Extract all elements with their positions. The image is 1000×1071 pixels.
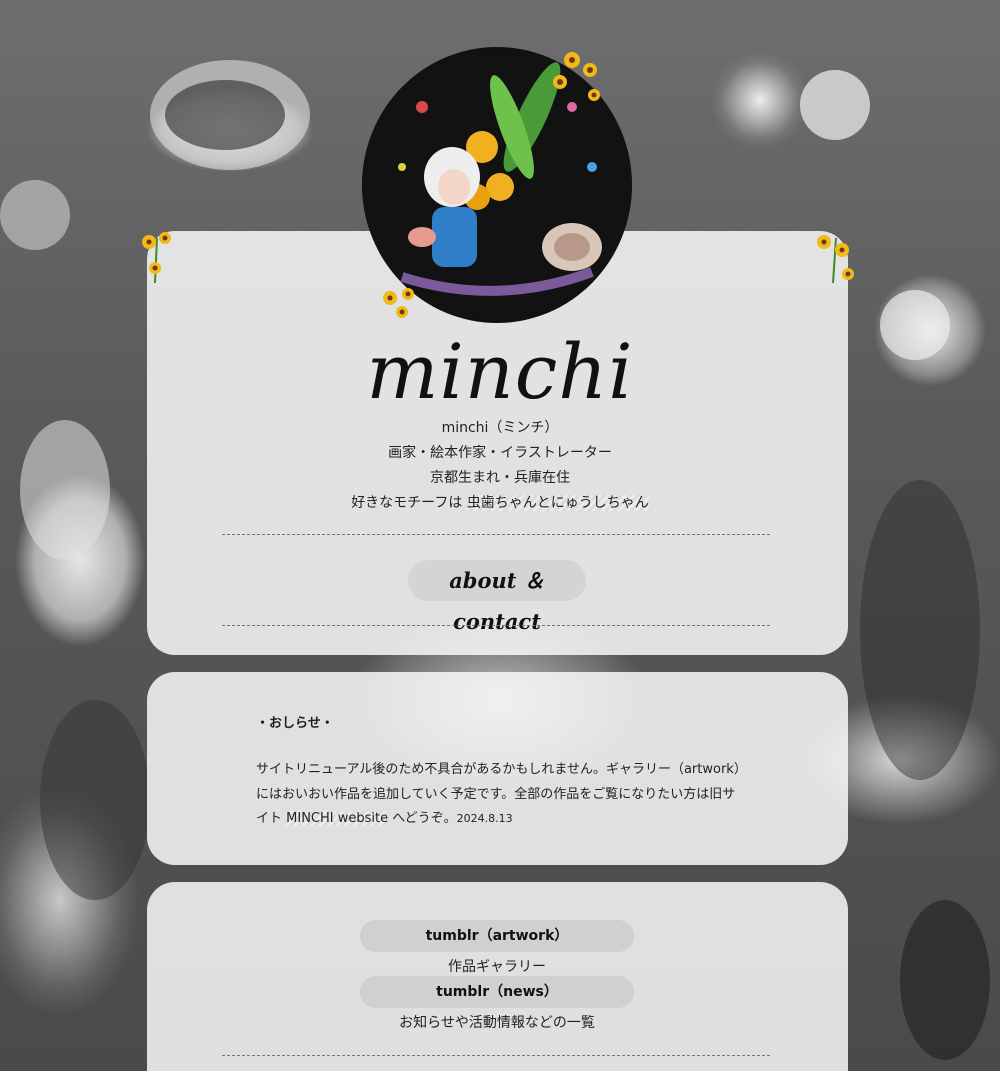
old-site-link[interactable]: MINCHI website	[286, 811, 389, 826]
sunflower-icon	[142, 232, 171, 284]
tumblr-artwork-description: 作品ギャラリー	[448, 959, 546, 975]
sunflower-icon	[383, 288, 414, 318]
notice-date: 2024.8.13	[456, 812, 513, 825]
sunflower-icon	[817, 235, 854, 284]
divider	[222, 1055, 770, 1056]
notice-body: サイトリニューアル後のため不具合があるかもしれません。ギャラリー（artwork…	[256, 758, 746, 832]
profile-motif: 好きなモチーフは 虫歯ちゃんとにゅうしちゃん	[0, 491, 1000, 516]
about-contact-button[interactable]: about ＆ contact	[408, 560, 586, 634]
sunflower-icon	[553, 52, 600, 101]
profile-motif-link[interactable]: 虫歯ちゃんとにゅうしちゃん	[466, 495, 649, 511]
profile-motif-prefix: 好きなモチーフは	[351, 495, 467, 511]
profile-origin: 京都生まれ・兵庫在住	[430, 470, 570, 486]
tumblr-artwork-button[interactable]: tumblr（artwork）	[360, 920, 634, 952]
notice-text-2: へどうぞ。	[388, 811, 457, 826]
tumblr-news-button[interactable]: tumblr（news）	[360, 976, 634, 1008]
divider	[222, 625, 770, 626]
site-title: minchi	[366, 327, 634, 416]
profile-role: 画家・絵本作家・イラストレーター	[388, 445, 612, 461]
tumblr-news-description: お知らせや活動情報などの一覧	[399, 1015, 595, 1031]
profile-info: minchi（ミンチ） 画家・絵本作家・イラストレーター 京都生まれ・兵庫在住 …	[0, 416, 1000, 516]
divider	[222, 534, 770, 535]
notice-title: ・おしらせ・	[256, 716, 334, 731]
profile-name: minchi（ミンチ）	[441, 420, 559, 436]
